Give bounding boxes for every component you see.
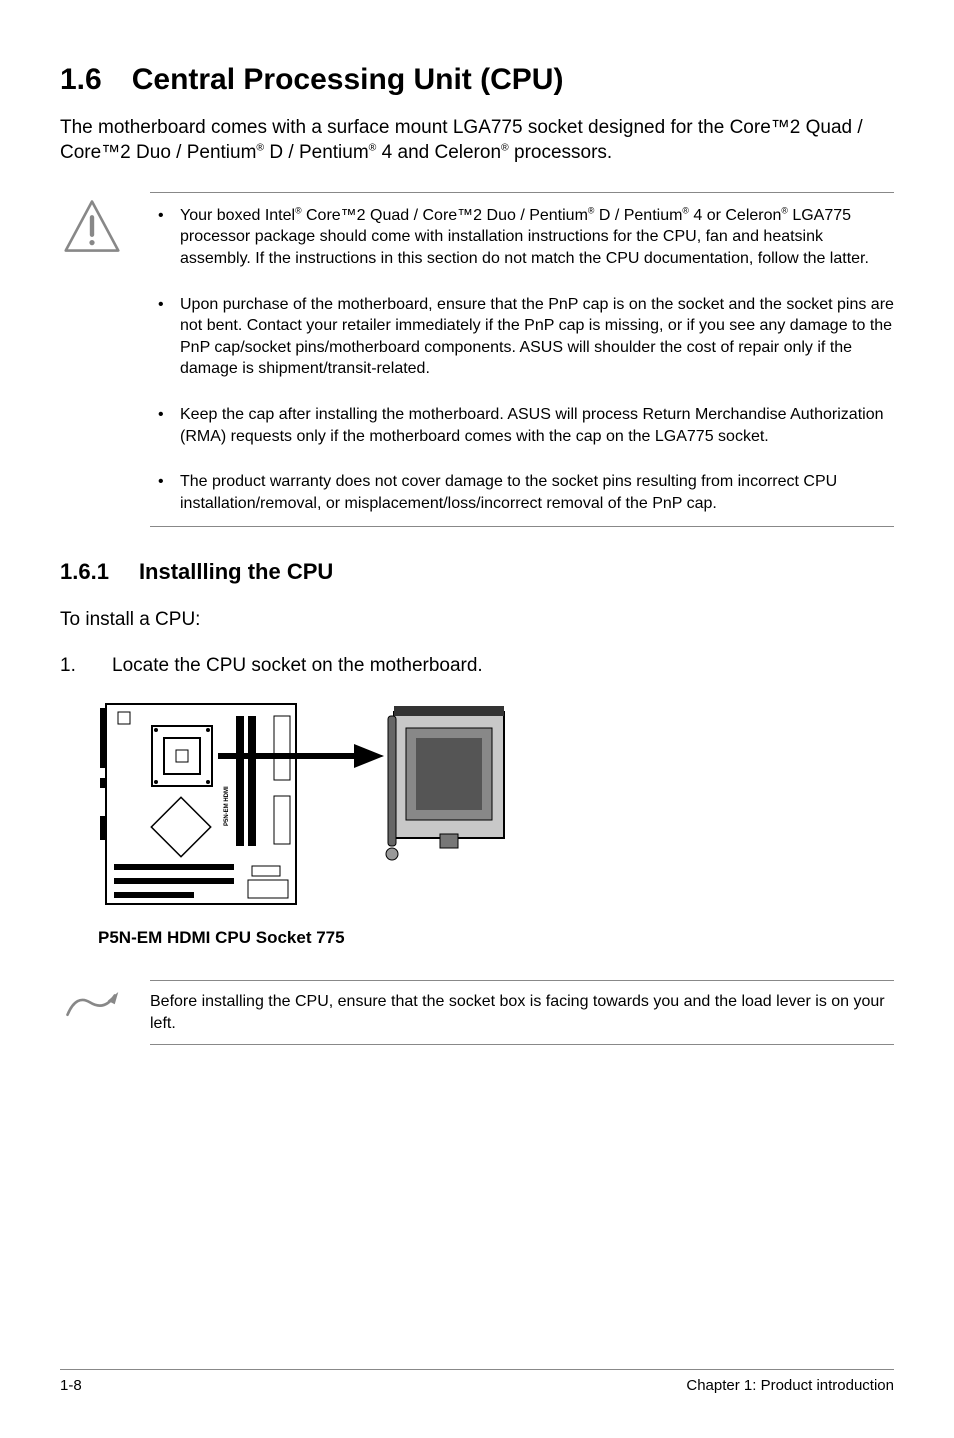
subsection-heading: 1.6.1 Installling the CPU [60,557,894,587]
warning-item: Keep the cap after installing the mother… [150,392,894,459]
warning-item: The product warranty does not cover dama… [150,459,894,526]
warn-text: Keep the cap after installing the mother… [180,406,884,445]
reg-mark: ® [501,143,509,154]
intro-text-b: D / Pentium [264,142,369,163]
page-footer: 1-8 Chapter 1: Product introduction [60,1369,894,1396]
warning-item: Your boxed Intel® Core™2 Quad / Core™2 D… [150,193,894,282]
reg-mark: ® [256,143,264,154]
intro-text-c: 4 and Celeron [376,142,501,163]
subsection-number: 1.6.1 [60,557,109,587]
warning-callout: Your boxed Intel® Core™2 Quad / Core™2 D… [64,192,894,528]
warning-body: Your boxed Intel® Core™2 Quad / Core™2 D… [150,192,894,528]
pencil-note-icon [64,980,122,1045]
chapter-label: Chapter 1: Product introduction [686,1376,894,1396]
warn-text: 4 or Celeron [689,207,782,224]
intro-paragraph: The motherboard comes with a surface mou… [60,115,894,166]
warn-text: The product warranty does not cover dama… [180,473,837,512]
divider [150,526,894,527]
warn-text: D / Pentium [594,207,682,224]
motherboard-svg-icon: P5N-EM HDMI [98,696,518,916]
tip-body: Before installing the CPU, ensure that t… [150,980,894,1045]
tip-text: Before installing the CPU, ensure that t… [150,981,894,1044]
subsection-title: Installling the CPU [139,557,333,587]
section-heading: 1.6 Central Processing Unit (CPU) [60,60,894,101]
warning-item: Upon purchase of the motherboard, ensure… [150,282,894,392]
warn-text: Upon purchase of the motherboard, ensure… [180,296,894,378]
tip-callout: Before installing the CPU, ensure that t… [64,980,894,1045]
intro-text-d: processors. [509,142,612,163]
warning-triangle-icon [64,192,122,528]
diagram-caption: P5N-EM HDMI CPU Socket 775 [98,927,894,950]
motherboard-diagram: P5N-EM HDMI [98,696,894,923]
install-intro: To install a CPU: [60,607,894,633]
section-title: Central Processing Unit (CPU) [132,60,564,101]
warn-text: Your boxed Intel [180,207,295,224]
page-number: 1-8 [60,1376,82,1396]
warn-text: Core™2 Quad / Core™2 Duo / Pentium [302,207,588,224]
section-number: 1.6 [60,60,102,101]
board-label-text: P5N-EM HDMI [224,786,230,826]
step-text: Locate the CPU socket on the motherboard… [112,653,483,679]
divider [150,1044,894,1045]
step-1: 1. Locate the CPU socket on the motherbo… [60,653,894,679]
step-number: 1. [60,653,88,679]
